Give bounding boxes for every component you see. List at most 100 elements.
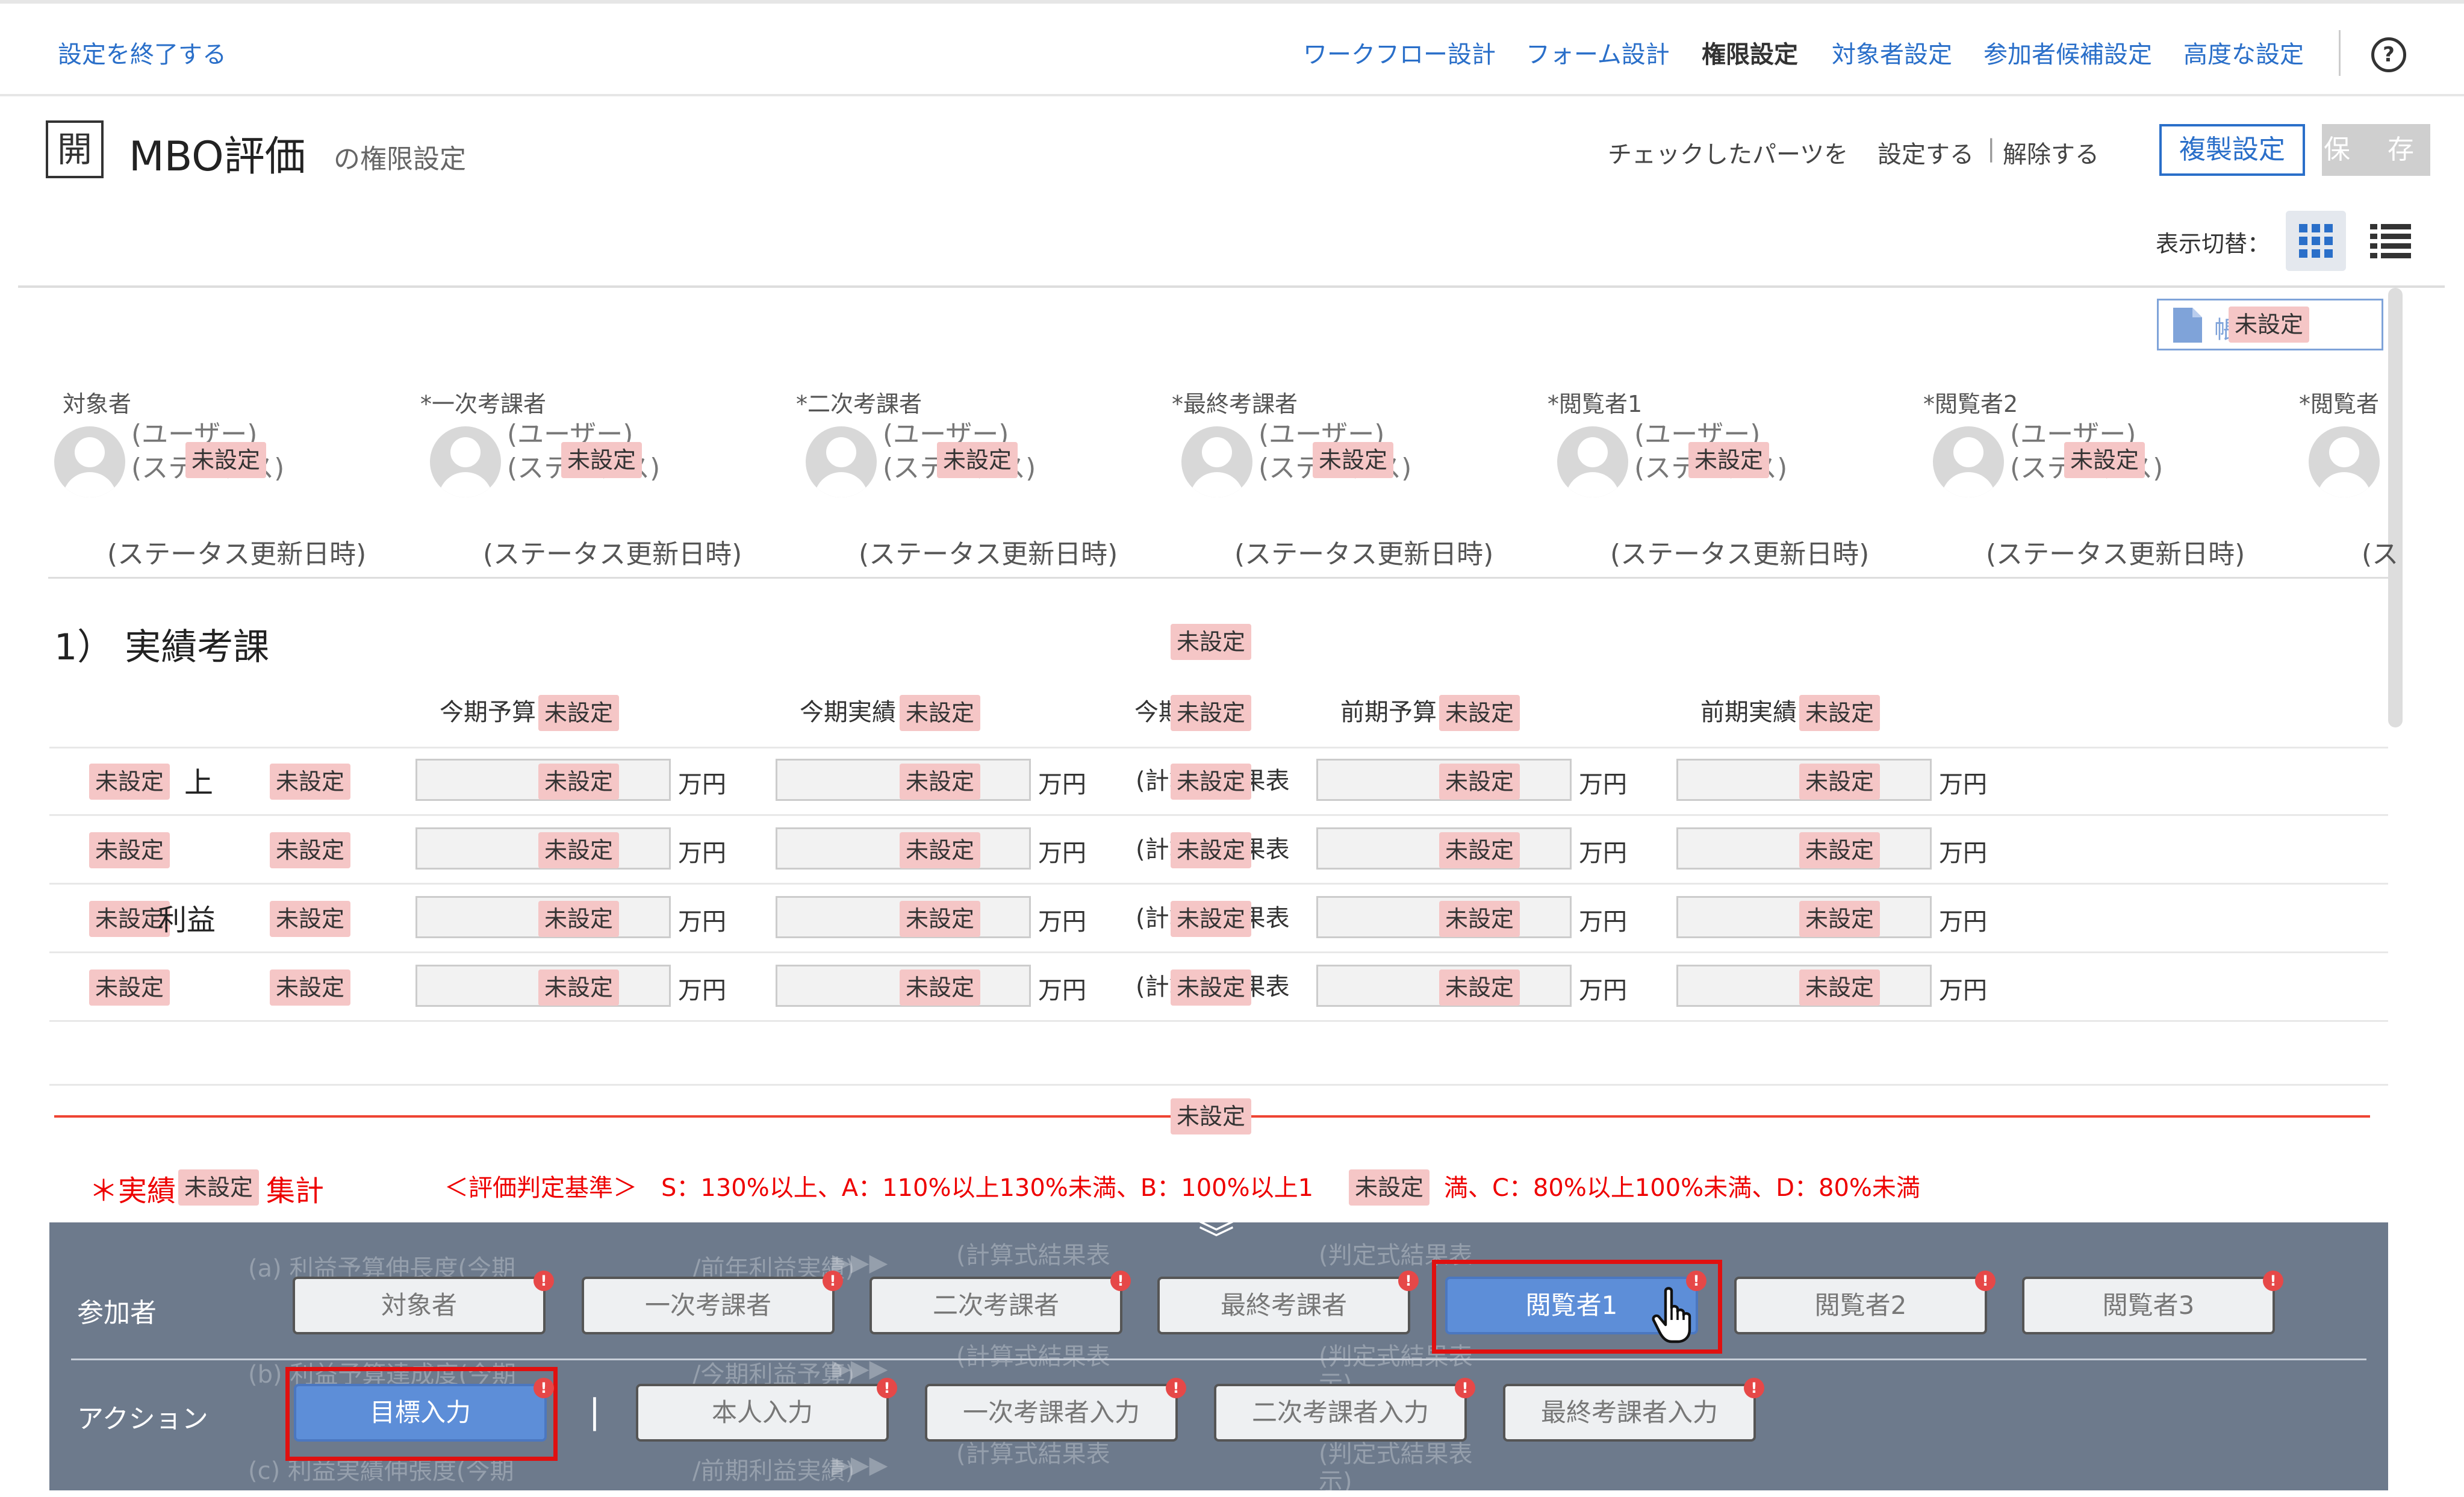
unset-badge[interactable]: 未設定 xyxy=(2229,307,2310,343)
unset-badge[interactable]: 未設定 xyxy=(1439,901,1520,937)
participant-label-target: 対象者 xyxy=(63,391,132,417)
nav-advanced-settings[interactable]: 高度な設定 xyxy=(2183,35,2304,70)
unset-badge[interactable]: 未設定 xyxy=(1799,901,1881,937)
unset-badge[interactable]: 未設定 xyxy=(1171,832,1252,868)
unset-badge[interactable]: 未設定 xyxy=(538,832,620,868)
unset-badge[interactable]: 未設定 xyxy=(270,901,351,937)
ghost-row-c2: /前期利益実績) xyxy=(692,1457,855,1485)
participant-button-final[interactable]: 最終考課者 xyxy=(1157,1277,1410,1334)
unset-badge[interactable]: 未設定 xyxy=(538,695,620,731)
unset-badge[interactable]: 未設定 xyxy=(1171,764,1252,800)
unset-badge[interactable]: 未設定 xyxy=(538,901,620,937)
table-row-divider xyxy=(49,883,2388,885)
unset-badge[interactable]: 未設定 xyxy=(900,901,981,937)
action-button-first-input[interactable]: 一次考課者入力 xyxy=(925,1384,1178,1442)
unit-label: 万円 xyxy=(678,839,726,867)
view-switch-label: 表示切替： xyxy=(2156,231,2271,257)
unset-badge[interactable]: 未設定 xyxy=(1171,624,1252,660)
participant-label-viewer3: *閲覧者 xyxy=(2299,385,2379,419)
nav-workflow-design[interactable]: ワークフロー設計 xyxy=(1303,35,1496,70)
nav-permission-settings[interactable]: 権限設定 xyxy=(1702,35,1798,70)
vertical-scrollbar[interactable] xyxy=(2388,288,2403,727)
unset-badge[interactable]: 未設定 xyxy=(1439,764,1520,800)
copy-settings-button[interactable]: 複製設定 xyxy=(2159,124,2305,176)
action-button-self-input[interactable]: 本人入力 xyxy=(636,1384,889,1442)
unset-badge[interactable]: 未設定 xyxy=(900,695,981,731)
unit-label: 万円 xyxy=(1939,977,1987,1004)
required-mark: * xyxy=(1923,391,1935,417)
unset-badge[interactable]: 未設定 xyxy=(270,764,351,800)
unset-badge[interactable]: 未設定 xyxy=(538,764,620,800)
unset-badge[interactable]: 未設定 xyxy=(1688,442,1770,478)
section-title: 1） 実績考課 xyxy=(54,626,270,668)
hand-cursor-icon xyxy=(1652,1287,1691,1343)
help-icon[interactable]: ? xyxy=(2371,37,2406,72)
participant-label-final: *最終考課者 xyxy=(1172,385,1298,419)
unset-badge[interactable]: 未設定 xyxy=(185,442,267,478)
unset-link[interactable]: 解除する xyxy=(2003,135,2099,170)
action-button-final-input[interactable]: 最終考課者入力 xyxy=(1503,1384,1756,1442)
participant-button-viewer3[interactable]: 閲覧者3 xyxy=(2022,1277,2275,1334)
participant-button-target[interactable]: 対象者 xyxy=(293,1277,546,1334)
document-button[interactable]: 帳 未設定 xyxy=(2157,299,2383,350)
participant-button-first[interactable]: 一次考課者 xyxy=(582,1277,835,1334)
unit-label: 万円 xyxy=(1038,908,1086,936)
unset-badge[interactable]: 未設定 xyxy=(89,969,170,1006)
unset-badge[interactable]: 未設定 xyxy=(1799,832,1881,868)
unset-badge[interactable]: 未設定 xyxy=(1799,764,1881,800)
unset-badge[interactable]: 未設定 xyxy=(937,442,1018,478)
nav-candidate-settings[interactable]: 参加者候補設定 xyxy=(1983,35,2152,70)
unset-badge[interactable]: 未設定 xyxy=(1171,1098,1252,1134)
nav-form-design[interactable]: フォーム設計 xyxy=(1526,35,1670,70)
unit-label: 万円 xyxy=(1939,908,1987,936)
unset-badge[interactable]: 未設定 xyxy=(270,832,351,868)
unset-badge[interactable]: 未設定 xyxy=(1799,695,1881,731)
unit-label: 万円 xyxy=(1038,839,1086,867)
status-date: (ス xyxy=(2362,539,2399,570)
participant-button-viewer2[interactable]: 閲覧者2 xyxy=(1734,1277,1987,1334)
unset-badge[interactable]: 未設定 xyxy=(178,1169,260,1206)
unset-badge[interactable]: 未設定 xyxy=(89,832,170,868)
unset-badge[interactable]: 未設定 xyxy=(538,969,620,1006)
unset-badge[interactable]: 未設定 xyxy=(1171,901,1252,937)
unit-label: 万円 xyxy=(1579,977,1627,1004)
unset-badge[interactable]: 未設定 xyxy=(1313,442,1394,478)
unset-badge[interactable]: 未設定 xyxy=(89,764,170,800)
unset-badge[interactable]: 未設定 xyxy=(1439,969,1520,1006)
warning-icon: ! xyxy=(534,1378,554,1398)
unset-badge[interactable]: 未設定 xyxy=(270,969,351,1006)
unset-badge[interactable]: 未設定 xyxy=(1439,695,1520,731)
table-row-divider xyxy=(49,814,2388,816)
list-view-button[interactable] xyxy=(2360,211,2421,271)
required-mark: * xyxy=(796,391,807,417)
nav-target-settings[interactable]: 対象者設定 xyxy=(1832,35,1952,70)
grid-view-button[interactable] xyxy=(2286,211,2346,271)
participant-button-second[interactable]: 二次考課者 xyxy=(870,1277,1122,1334)
table-row-divider xyxy=(49,747,2388,749)
unset-badge[interactable]: 未設定 xyxy=(1799,969,1881,1006)
action-button-second-input[interactable]: 二次考課者入力 xyxy=(1214,1384,1467,1442)
set-link[interactable]: 設定する xyxy=(1878,135,1974,170)
calc-prefix: (計 xyxy=(1136,836,1169,864)
nav-divider xyxy=(2339,30,2341,76)
summary-label-pre: ＊実績 xyxy=(89,1174,176,1208)
unset-badge[interactable]: 未設定 xyxy=(1439,832,1520,868)
unit-label: 万円 xyxy=(1579,908,1627,936)
unset-badge[interactable]: 未設定 xyxy=(561,442,642,478)
unit-label: 万円 xyxy=(1939,771,1987,798)
action-button-goal-input[interactable]: 目標入力 xyxy=(294,1384,547,1442)
save-button[interactable]: 保 存 xyxy=(2322,124,2430,176)
status-date: (ステータス更新日時) xyxy=(483,539,742,570)
unset-badge[interactable]: 未設定 xyxy=(900,764,981,800)
unset-badge[interactable]: 未設定 xyxy=(1349,1169,1430,1206)
unset-badge[interactable]: 未設定 xyxy=(2064,442,2145,478)
avatar-icon xyxy=(1181,426,1252,497)
unset-badge[interactable]: 未設定 xyxy=(900,832,981,868)
collapse-icon[interactable]: ︾ xyxy=(1198,1221,1234,1257)
unset-badge[interactable]: 未設定 xyxy=(1171,695,1252,731)
unset-badge[interactable]: 未設定 xyxy=(1171,969,1252,1006)
exit-settings-link[interactable]: 設定を終了する xyxy=(58,35,226,70)
unset-badge[interactable]: 未設定 xyxy=(900,969,981,1006)
table-row-divider xyxy=(49,1084,2388,1086)
required-mark: * xyxy=(2299,391,2310,417)
